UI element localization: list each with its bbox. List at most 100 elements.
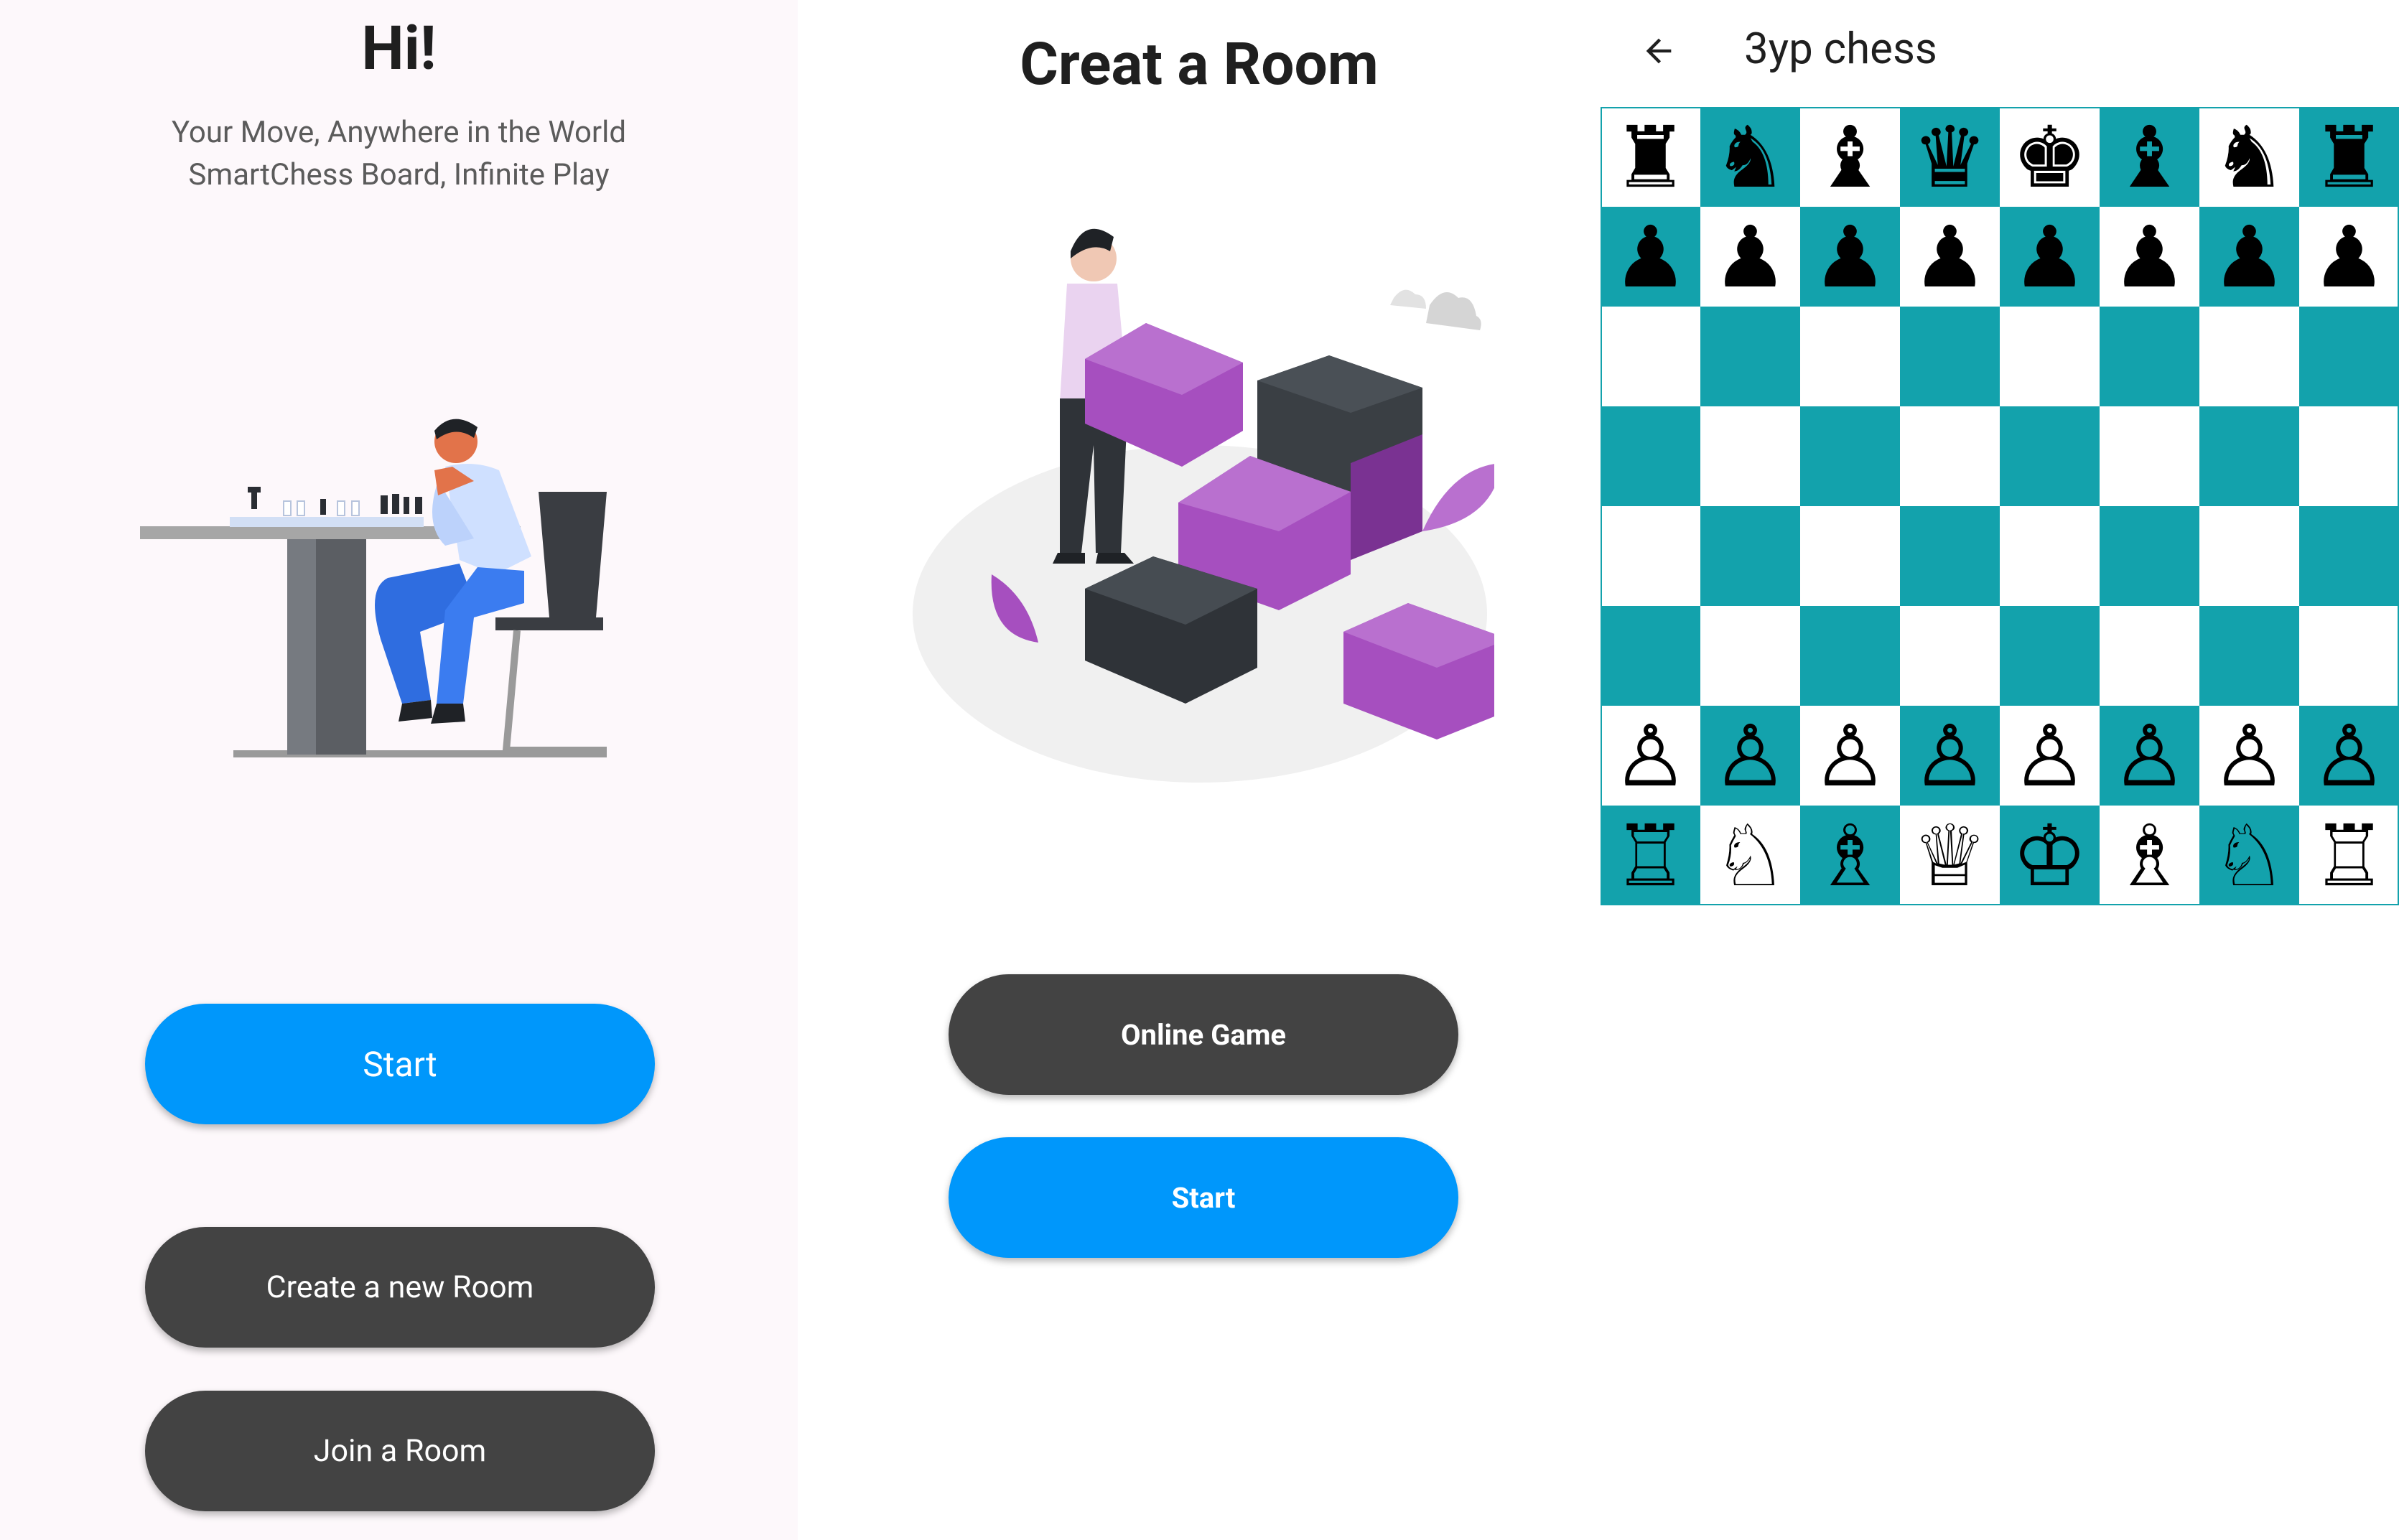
chess-piece-icon[interactable]: ♗	[1812, 813, 1888, 898]
chess-piece-icon[interactable]: ♞	[1713, 115, 1789, 200]
board-square[interactable]: ♞	[1700, 107, 1800, 207]
chess-piece-icon[interactable]: ♖	[2311, 813, 2388, 898]
join-room-button[interactable]: Join a Room	[145, 1391, 655, 1511]
start-button[interactable]: Start	[949, 1137, 1458, 1258]
board-square[interactable]	[1601, 307, 1700, 406]
chess-piece-icon[interactable]: ♙	[1812, 714, 1888, 798]
board-square[interactable]: ♜	[1601, 107, 1700, 207]
online-game-button[interactable]: Online Game	[949, 974, 1458, 1095]
chess-piece-icon[interactable]: ♙	[1613, 714, 1689, 798]
chess-piece-icon[interactable]: ♘	[1713, 813, 1789, 898]
chess-piece-icon[interactable]: ♟	[1912, 215, 1988, 299]
board-square[interactable]	[1700, 307, 1800, 406]
arrow-left-icon[interactable]	[1640, 32, 1677, 70]
chess-board[interactable]: ♜ ♞ ♝ ♛ ♚ ♝ ♞ ♜ ♟ ♟ ♟ ♟ ♟ ♟ ♟ ♟ ♙ ♙ ♙ ♙ ♙ ♙ ♙ ♙ ♖ ♘ ♗ ♕ ♔ ♗ ♘ ♖	[1601, 107, 2399, 905]
chess-piece-icon[interactable]: ♘	[2212, 813, 2288, 898]
board-square[interactable]: ♟	[2100, 207, 2199, 307]
board-square[interactable]	[1900, 406, 2000, 506]
chess-piece-icon[interactable]: ♔	[2012, 813, 2088, 898]
chess-piece-icon[interactable]: ♞	[2212, 115, 2288, 200]
board-square[interactable]: ♔	[2000, 806, 2100, 905]
board-square[interactable]: ♙	[1700, 706, 1800, 806]
board-square[interactable]: ♝	[2100, 107, 2199, 207]
chess-piece-icon[interactable]: ♟	[1613, 215, 1689, 299]
chess-piece-icon[interactable]: ♚	[2012, 115, 2088, 200]
chess-piece-icon[interactable]: ♙	[2212, 714, 2288, 798]
board-square[interactable]	[2299, 307, 2399, 406]
board-square[interactable]: ♞	[2199, 107, 2299, 207]
board-square[interactable]	[2199, 506, 2299, 606]
board-square[interactable]	[1800, 506, 1900, 606]
chess-piece-icon[interactable]: ♙	[1912, 714, 1988, 798]
board-square[interactable]: ♗	[2100, 806, 2199, 905]
chess-piece-icon[interactable]: ♛	[1912, 115, 1988, 200]
chess-piece-icon[interactable]: ♕	[1912, 813, 1988, 898]
board-square[interactable]: ♜	[2299, 107, 2399, 207]
board-square[interactable]: ♚	[2000, 107, 2100, 207]
board-square[interactable]	[1800, 307, 1900, 406]
board-square[interactable]	[1800, 606, 1900, 706]
chess-piece-icon[interactable]: ♙	[1713, 714, 1789, 798]
board-square[interactable]: ♟	[2000, 207, 2100, 307]
board-square[interactable]	[1601, 506, 1700, 606]
board-square[interactable]: ♘	[1700, 806, 1800, 905]
board-square[interactable]	[2000, 307, 2100, 406]
board-square[interactable]	[2299, 506, 2399, 606]
chess-piece-icon[interactable]: ♙	[2112, 714, 2188, 798]
chess-piece-icon[interactable]: ♟	[1713, 215, 1789, 299]
board-square[interactable]	[2000, 506, 2100, 606]
board-square[interactable]: ♙	[2299, 706, 2399, 806]
board-square[interactable]: ♖	[2299, 806, 2399, 905]
board-square[interactable]	[2299, 606, 2399, 706]
board-square[interactable]: ♖	[1601, 806, 1700, 905]
chess-piece-icon[interactable]: ♟	[2311, 215, 2388, 299]
board-square[interactable]: ♟	[2299, 207, 2399, 307]
board-square[interactable]: ♕	[1900, 806, 2000, 905]
board-square[interactable]: ♙	[1601, 706, 1700, 806]
chess-piece-icon[interactable]: ♝	[2112, 115, 2188, 200]
board-square[interactable]	[1900, 307, 2000, 406]
chess-piece-icon[interactable]: ♟	[2012, 215, 2088, 299]
board-square[interactable]: ♝	[1800, 107, 1900, 207]
chess-piece-icon[interactable]: ♙	[2012, 714, 2088, 798]
board-square[interactable]	[2100, 506, 2199, 606]
board-square[interactable]: ♛	[1900, 107, 2000, 207]
board-square[interactable]	[2100, 307, 2199, 406]
board-square[interactable]	[1700, 406, 1800, 506]
board-square[interactable]	[1601, 406, 1700, 506]
board-square[interactable]	[1601, 606, 1700, 706]
board-square[interactable]	[2299, 406, 2399, 506]
chess-piece-icon[interactable]: ♟	[2112, 215, 2188, 299]
board-square[interactable]	[2199, 406, 2299, 506]
board-square[interactable]	[2100, 606, 2199, 706]
board-square[interactable]: ♘	[2199, 806, 2299, 905]
board-square[interactable]: ♙	[2100, 706, 2199, 806]
chess-piece-icon[interactable]: ♙	[2311, 714, 2388, 798]
start-button[interactable]: Start	[145, 1004, 655, 1124]
board-square[interactable]: ♙	[1800, 706, 1900, 806]
board-square[interactable]: ♙	[2199, 706, 2299, 806]
board-square[interactable]	[2199, 606, 2299, 706]
board-square[interactable]	[2000, 406, 2100, 506]
chess-piece-icon[interactable]: ♜	[1613, 115, 1689, 200]
board-square[interactable]	[2100, 406, 2199, 506]
board-square[interactable]	[1700, 506, 1800, 606]
board-square[interactable]: ♗	[1800, 806, 1900, 905]
board-square[interactable]: ♙	[2000, 706, 2100, 806]
chess-piece-icon[interactable]: ♜	[2311, 115, 2388, 200]
chess-piece-icon[interactable]: ♖	[1613, 813, 1689, 898]
chess-piece-icon[interactable]: ♟	[1812, 215, 1888, 299]
board-square[interactable]: ♟	[1601, 207, 1700, 307]
board-square[interactable]	[1800, 406, 1900, 506]
board-square[interactable]: ♟	[1800, 207, 1900, 307]
board-square[interactable]	[2000, 606, 2100, 706]
board-square[interactable]	[1900, 506, 2000, 606]
board-square[interactable]: ♟	[2199, 207, 2299, 307]
board-square[interactable]: ♟	[1900, 207, 2000, 307]
chess-piece-icon[interactable]: ♗	[2112, 813, 2188, 898]
board-square[interactable]	[1900, 606, 2000, 706]
board-square[interactable]	[2199, 307, 2299, 406]
board-square[interactable]: ♟	[1700, 207, 1800, 307]
create-room-button[interactable]: Create a new Room	[145, 1227, 655, 1348]
board-square[interactable]	[1700, 606, 1800, 706]
